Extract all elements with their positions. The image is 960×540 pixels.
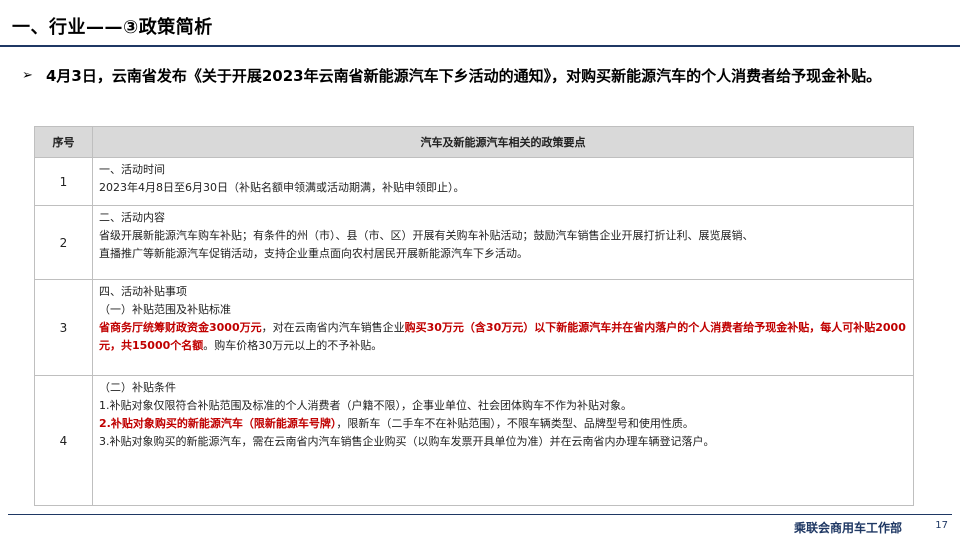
plain-text: ，对在云南省内汽车销售企业 [261, 321, 405, 334]
plain-text: 。购车价格30万元以上的不予补贴。 [203, 339, 383, 352]
content-line: 省级开展新能源汽车购车补贴；有条件的州（市）、县（市、区）开展有关购车补贴活动；… [99, 229, 754, 242]
content-line: 2.补贴对象购买的新能源汽车（限新能源车号牌），限新车（二手车不在补贴范围），不… [99, 415, 907, 433]
header-seq: 序号 [34, 126, 93, 158]
row-content: 四、活动补贴事项 （一）补贴范围及补贴标准 省商务厅统筹财政资金3000万元，对… [92, 279, 914, 376]
content-line: 四、活动补贴事项 [99, 285, 187, 298]
arrow-bullet-icon: ➢ [22, 68, 33, 83]
content-line: （二）补贴条件 [99, 381, 176, 394]
summary-bullet: ➢ 4月3日，云南省发布《关于开展2023年云南省新能源汽车下乡活动的通知》，对… [22, 64, 937, 88]
summary-text: 4月3日，云南省发布《关于开展2023年云南省新能源汽车下乡活动的通知》，对购买… [46, 67, 882, 85]
plain-text: ，限新车（二手车不在补贴范围），不限车辆类型、品牌型号和使用性质。 [336, 417, 694, 430]
table-row: 3 四、活动补贴事项 （一）补贴范围及补贴标准 省商务厅统筹财政资金3000万元… [34, 279, 914, 376]
content-line: 3.补贴对象购买的新能源汽车，需在云南省内汽车销售企业购买（以购车发票开具单位为… [99, 435, 715, 448]
table-header-row: 序号 汽车及新能源汽车相关的政策要点 [34, 126, 914, 158]
table-row: 1 一、活动时间 2023年4月8日至6月30日（补贴名额申领满或活动期满，补贴… [34, 157, 914, 206]
row-seq: 3 [34, 279, 93, 376]
highlight-text: 省商务厅统筹财政资金3000万元 [99, 321, 262, 334]
table-row: 4 （二）补贴条件 1.补贴对象仅限符合补贴范围及标准的个人消费者（户籍不限），… [34, 375, 914, 506]
row-content: 二、活动内容 省级开展新能源汽车购车补贴；有条件的州（市）、县（市、区）开展有关… [92, 205, 914, 280]
content-line: 二、活动内容 [99, 211, 165, 224]
table-row: 2 二、活动内容 省级开展新能源汽车购车补贴；有条件的州（市）、县（市、区）开展… [34, 205, 914, 280]
header-content: 汽车及新能源汽车相关的政策要点 [92, 126, 914, 158]
footer-organization: 乘联会商用车工作部 [793, 521, 902, 535]
row-seq: 2 [34, 205, 93, 280]
content-line: 2023年4月8日至6月30日（补贴名额申领满或活动期满，补贴申领即止）。 [99, 181, 465, 194]
content-line: （一）补贴范围及补贴标准 [99, 303, 231, 316]
policy-table: 序号 汽车及新能源汽车相关的政策要点 1 一、活动时间 2023年4月8日至6月… [34, 126, 914, 506]
subsidy-paragraph: 省商务厅统筹财政资金3000万元，对在云南省内汽车销售企业购买30万元（含30万… [99, 319, 907, 355]
row-content: （二）补贴条件 1.补贴对象仅限符合补贴范围及标准的个人消费者（户籍不限），企事… [92, 375, 914, 506]
highlight-text: 2.补贴对象购买的新能源汽车（限新能源车号牌） [99, 417, 337, 430]
content-line: 一、活动时间 [99, 163, 165, 176]
content-line: 1.补贴对象仅限符合补贴范围及标准的个人消费者（户籍不限），企事业单位、社会团体… [99, 399, 632, 412]
row-seq: 1 [34, 157, 93, 206]
footer-divider [8, 514, 952, 515]
row-seq: 4 [34, 375, 93, 506]
content-line: 直播推广等新能源汽车促销活动，支持企业重点面向农村居民开展新能源汽车下乡活动。 [99, 247, 528, 260]
row-content: 一、活动时间 2023年4月8日至6月30日（补贴名额申领满或活动期满，补贴申领… [92, 157, 914, 206]
page-title: 一、行业——③政策简析 [12, 17, 213, 38]
page-number: 17 [935, 520, 948, 531]
title-divider [0, 45, 960, 47]
